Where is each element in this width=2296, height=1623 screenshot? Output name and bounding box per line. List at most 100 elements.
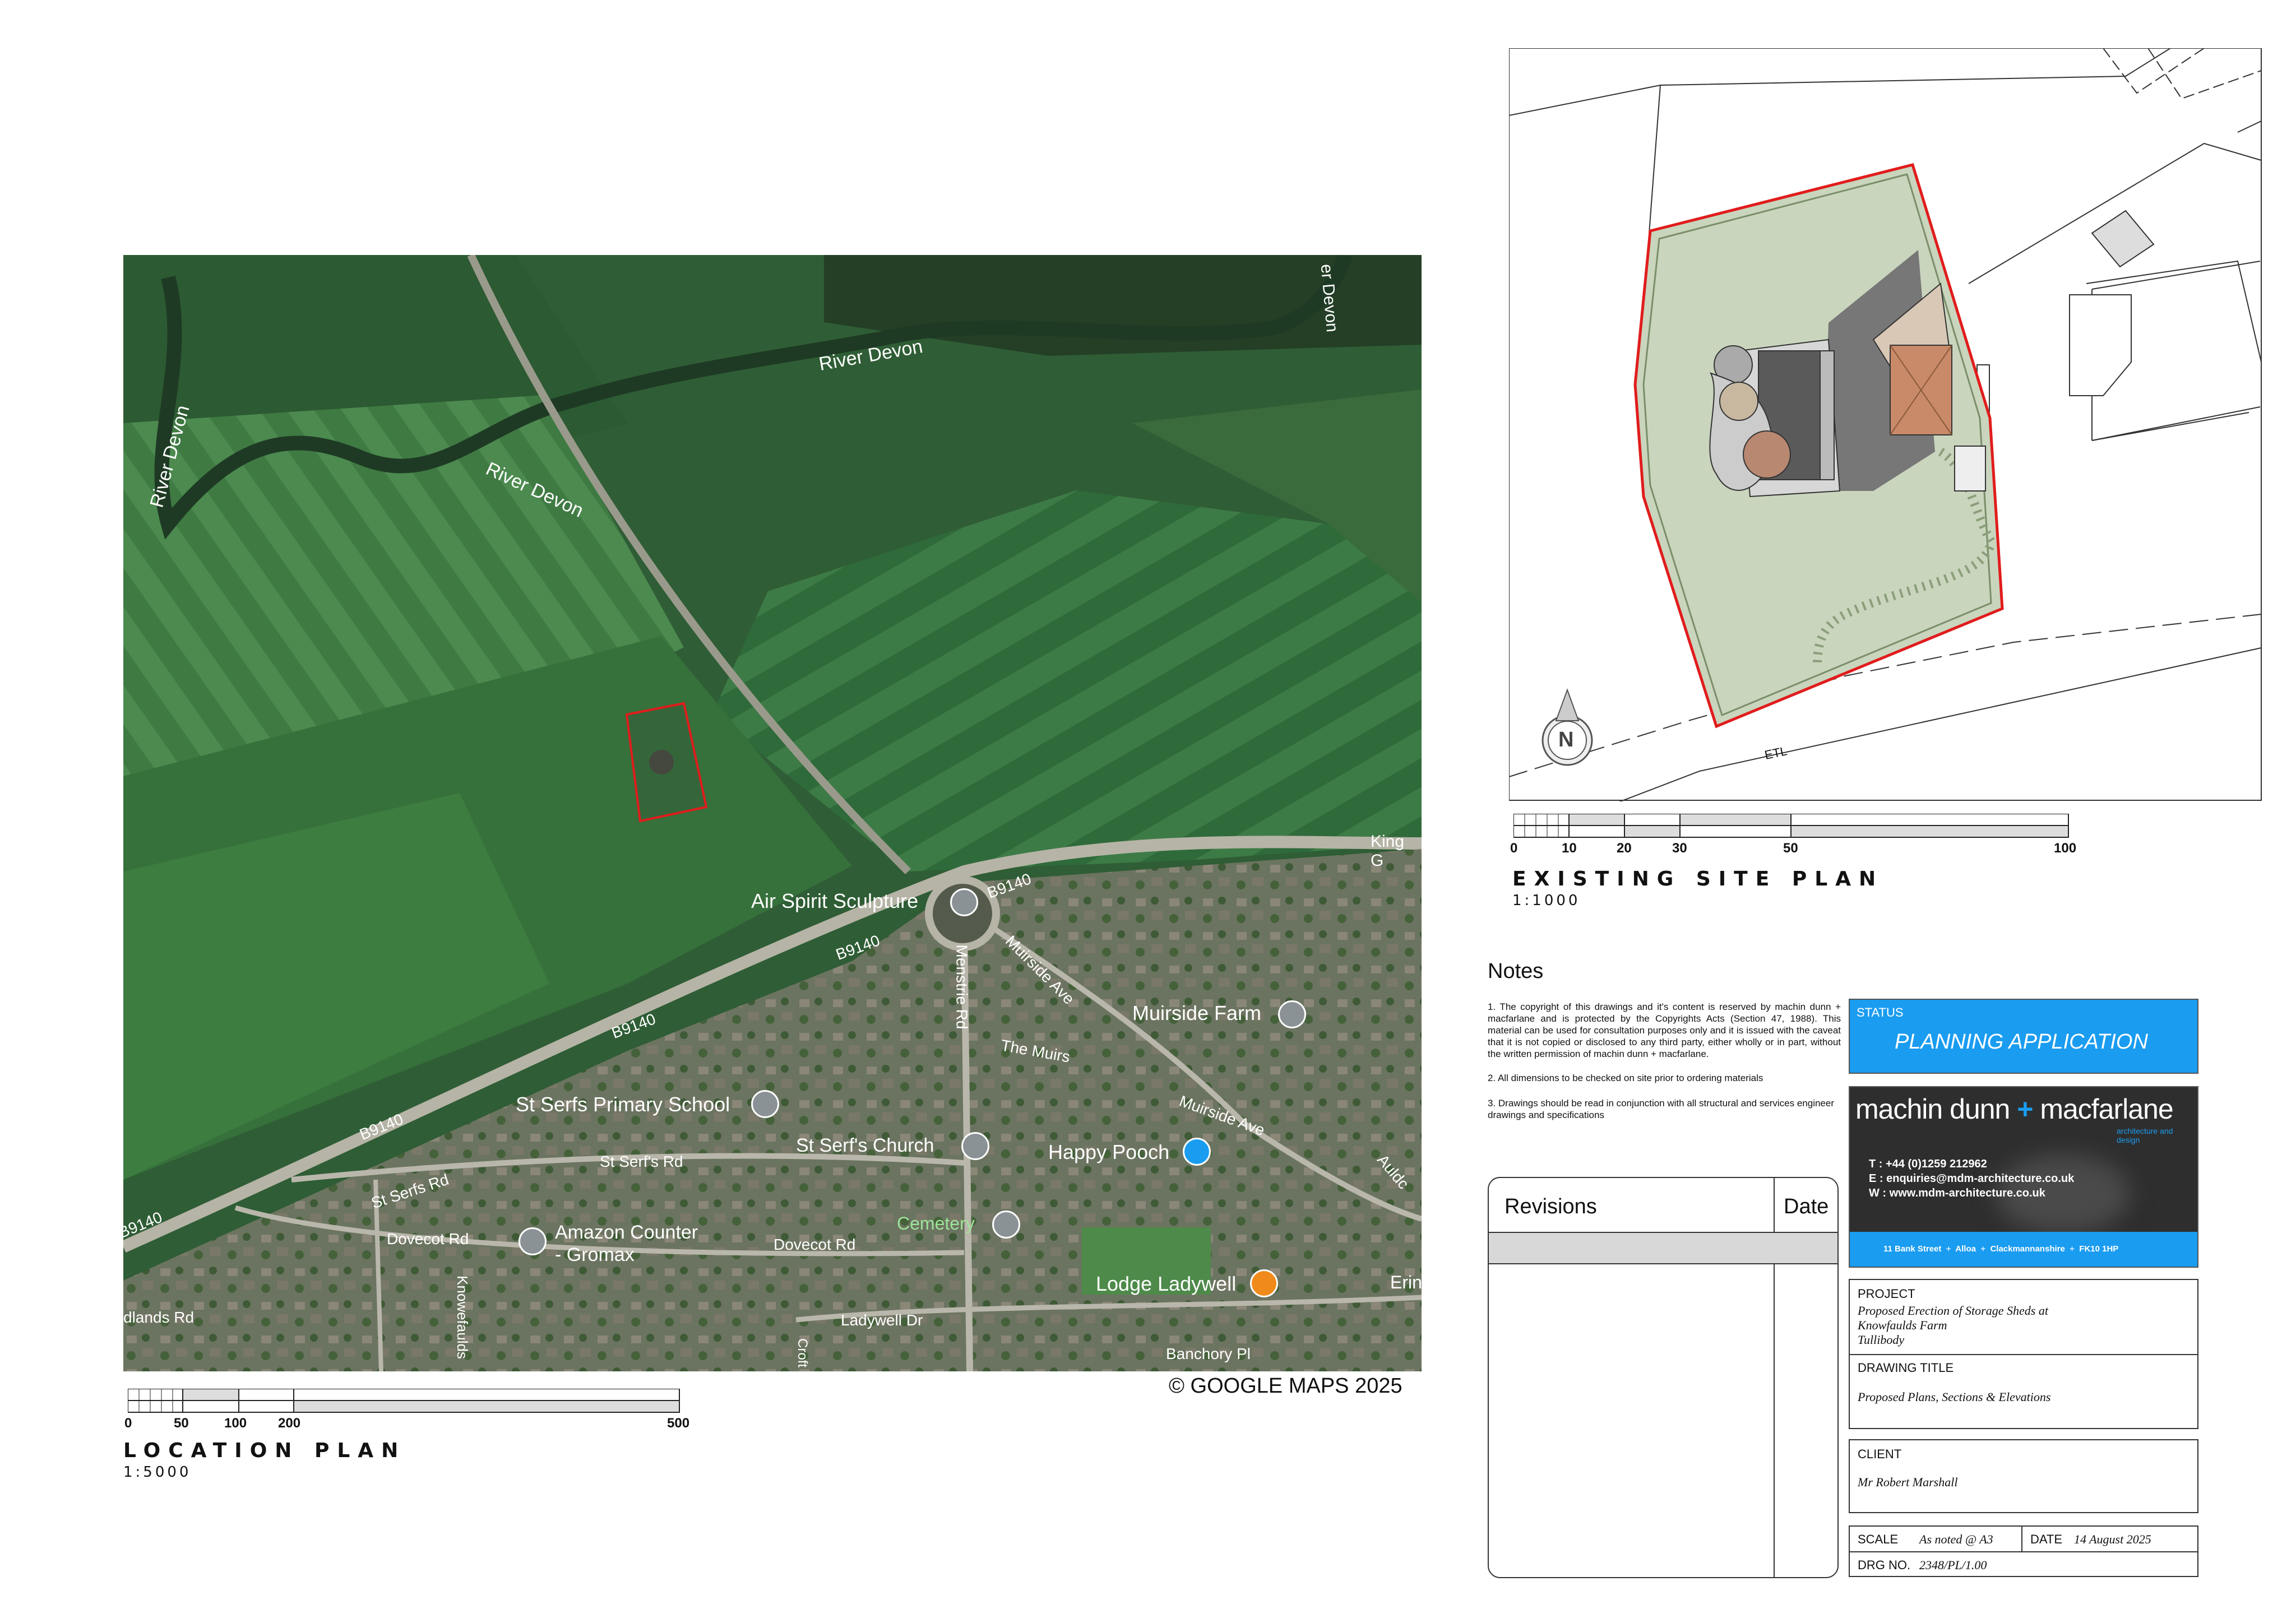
note-item: 1. The copyright of this drawings and it…	[1488, 1001, 1841, 1059]
date-label: DATE	[2030, 1532, 2063, 1546]
map-label: Muirside Ave	[1177, 1092, 1267, 1139]
map-label: B9140	[357, 1110, 406, 1144]
project-label: PROJECT	[1858, 1287, 1915, 1301]
note-item: 2. All dimensions to be checked on site …	[1488, 1073, 1763, 1083]
scale-tick: 10	[1562, 841, 1577, 856]
map-label: The Muirs	[999, 1036, 1072, 1066]
drawing-title-label: DRAWING TITLE	[1858, 1361, 1954, 1375]
map-label: Auldc	[1374, 1151, 1413, 1193]
location-map[interactable]: River Devon River Devon River Devon er D…	[116, 255, 1422, 1371]
address-line: Alloa	[1955, 1244, 1976, 1254]
map-label: King G	[1371, 832, 1405, 870]
site-plan-scale: 1:1000	[1512, 892, 1581, 909]
status-box: STATUS PLANNING APPLICATION	[1849, 999, 2198, 1074]
address-line: Clackmannanshire	[1990, 1244, 2065, 1254]
location-scale-bar	[128, 1389, 681, 1413]
drg-label: DRG NO.	[1858, 1558, 1911, 1572]
map-label: River Devon	[146, 403, 194, 510]
map-label: Muirside Ave	[1002, 932, 1078, 1008]
scale-tick: 500	[667, 1416, 690, 1431]
map-label: St Serf's Church	[796, 1135, 934, 1156]
map-label: - Gromax	[555, 1244, 635, 1265]
map-label: River Devon	[482, 458, 587, 522]
school-pin-icon[interactable]	[751, 1090, 779, 1118]
drg-value: 2348/PL/1.00	[1919, 1558, 1987, 1572]
map-label: Ladywell Dr	[841, 1311, 923, 1329]
site-plan[interactable]: N ETL	[1509, 48, 2262, 801]
map-label: B9140	[609, 1010, 658, 1042]
company-name-part2: macfarlane	[2040, 1093, 2173, 1125]
map-label: Banchory Pl	[1166, 1345, 1251, 1362]
map-label: B9140	[115, 1208, 165, 1242]
map-label: Dovecot Rd	[774, 1236, 856, 1253]
meta-box: SCALE As noted @ A3 DATE 14 August 2025 …	[1849, 1525, 2198, 1577]
location-plan-title: LOCATION PLAN	[123, 1439, 406, 1462]
status-value: PLANNING APPLICATION	[1895, 1030, 2148, 1054]
scale-tick: 0	[124, 1416, 132, 1431]
church-pin-icon[interactable]	[961, 1132, 989, 1160]
cemetery-pin-icon[interactable]	[992, 1211, 1020, 1239]
company-email: E : enquiries@mdm-architecture.co.uk	[1869, 1172, 2075, 1185]
scale-tick: 50	[1783, 841, 1798, 856]
map-label: B9140	[984, 870, 1034, 902]
happy-pooch-pin-icon[interactable]	[1183, 1138, 1211, 1166]
map-label: Muirside Farm	[1132, 1001, 1262, 1024]
north-label: N	[1558, 728, 1574, 752]
map-label: Menstrie Rd	[953, 944, 971, 1030]
revisions-table: Revisions Date	[1488, 1177, 1839, 1578]
project-box: PROJECT Proposed Erection of Storage She…	[1849, 1279, 2198, 1429]
company-plus-icon: +	[2017, 1093, 2033, 1125]
map-label: Air Spirit Sculpture	[751, 889, 919, 912]
client-value: Mr Robert Marshall	[1858, 1475, 1958, 1489]
company-name-part1: machin dunn	[1855, 1093, 2010, 1125]
address-line: FK10 1HP	[2079, 1244, 2119, 1254]
notes-list: 1. The copyright of this drawings and it…	[1488, 1001, 1841, 1121]
scale-tick: 30	[1672, 841, 1687, 856]
map-label: Erin	[1390, 1272, 1422, 1292]
map-label: Knowefaulds	[453, 1276, 471, 1359]
status-label: STATUS	[1857, 1005, 1904, 1019]
map-label: Croft	[795, 1338, 811, 1368]
project-line: Tullibody	[1858, 1333, 1905, 1347]
amazon-pin-icon[interactable]	[519, 1227, 547, 1255]
map-label: Amazon Counter	[555, 1222, 698, 1243]
location-plan-scale: 1:5000	[123, 1464, 192, 1481]
company-tagline: architecture and design	[2117, 1126, 2173, 1144]
notes-heading: Notes	[1488, 959, 1544, 983]
scale-tick: 100	[224, 1416, 247, 1431]
site-plan-title: EXISTING SITE PLAN	[1512, 868, 1884, 891]
map-label: St Serf's Rd	[600, 1153, 683, 1170]
scale-tick: 20	[1617, 841, 1632, 856]
site-scale-bar	[1513, 814, 2070, 838]
address-line: 11 Bank Street	[1883, 1244, 1942, 1254]
drawing-title-value: Proposed Plans, Sections & Elevations	[1858, 1390, 2051, 1404]
map-label: dlands Rd	[123, 1309, 195, 1326]
map-label: Cemetery	[897, 1213, 975, 1234]
map-label: River Devon	[817, 336, 924, 375]
scale-label: SCALE	[1858, 1532, 1899, 1546]
map-label: Lodge Ladywell	[1096, 1272, 1237, 1295]
client-label: CLIENT	[1858, 1447, 1902, 1461]
scale-tick: 100	[2054, 841, 2077, 856]
company-banner: machin dunn + macfarlane architecture an…	[1849, 1086, 2198, 1268]
company-web: W : www.mdm-architecture.co.uk	[1869, 1187, 2045, 1199]
note-item: 3. Drawings should be read in conjunctio…	[1488, 1098, 1835, 1120]
map-label: St Serfs Rd	[369, 1170, 451, 1212]
revisions-heading: Revisions	[1505, 1195, 1597, 1218]
muirside-farm-pin-icon[interactable]	[1278, 1000, 1306, 1028]
lodge-pin-icon[interactable]	[1250, 1269, 1278, 1297]
map-label: St Serfs Primary School	[516, 1093, 730, 1116]
map-label: B9140	[833, 931, 882, 963]
project-line: Knowfaulds Farm	[1858, 1318, 1947, 1332]
map-label: Happy Pooch	[1048, 1140, 1170, 1163]
client-box: CLIENT Mr Robert Marshall	[1849, 1439, 2198, 1513]
project-line: Proposed Erection of Storage Sheds at	[1858, 1304, 2048, 1318]
map-copyright: © GOOGLE MAPS 2025	[1169, 1374, 1402, 1398]
map-label: er Devon	[1317, 263, 1342, 333]
map-label: Dovecot Rd	[387, 1230, 469, 1248]
scale-tick: 0	[1510, 841, 1518, 856]
scale-tick: 50	[174, 1416, 189, 1431]
date-value: 14 August 2025	[2074, 1532, 2151, 1546]
company-address-bar: 11 Bank Street + Alloa + Clackmannanshir…	[1850, 1232, 2197, 1267]
air-spirit-pin-icon[interactable]	[950, 888, 978, 916]
